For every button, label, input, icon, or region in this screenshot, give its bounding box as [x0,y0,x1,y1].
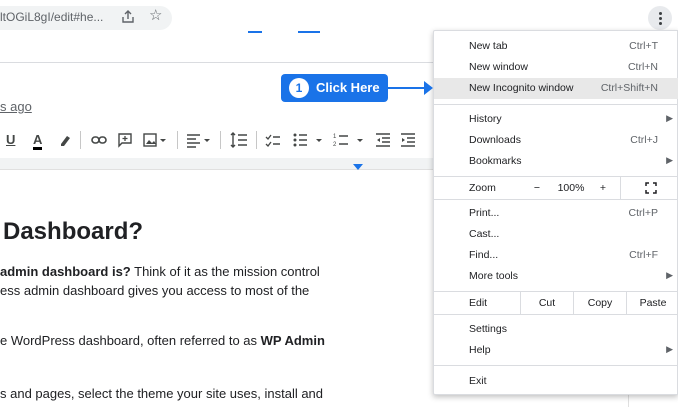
svg-text:1: 1 [333,134,337,140]
menu-item-settings[interactable]: Settings [434,319,678,340]
align-icon[interactable] [186,131,212,149]
menu-item-new-tab[interactable]: New tab Ctrl+T [434,36,678,57]
share-icon[interactable] [121,10,135,24]
highlight-icon[interactable] [58,131,72,149]
menu-item-more-tools[interactable]: More tools ▶ [434,266,678,287]
chevron-right-icon: ▶ [666,270,673,280]
menu-edit-row: Edit Cut Copy Paste [434,292,678,314]
arrow-right-icon [388,87,426,89]
toolbar-separator [256,131,257,149]
zoom-label: Zoom [469,182,496,194]
fullscreen-button[interactable] [620,177,678,199]
last-edit-link[interactable]: s ago [0,99,32,114]
menu-separator [434,199,678,200]
menu-item-exit[interactable]: Exit [434,371,678,392]
doc-paragraph-line: s and pages, select the theme your site … [0,386,324,401]
indent-marker[interactable] [353,164,363,170]
doc-paragraph-line: admin dashboard is? Think of it as the m… [0,264,320,279]
menu-zoom-row: Zoom − 100% + [434,177,678,199]
menu-item-bookmarks[interactable]: Bookmarks ▶ [434,151,678,172]
menu-item-help[interactable]: Help ▶ [434,340,678,361]
star-icon[interactable]: ☆ [149,8,162,24]
fullscreen-icon [645,182,657,194]
toolbar-separator [177,131,178,149]
line-spacing-icon[interactable] [230,131,248,149]
increase-indent-icon[interactable] [400,131,416,149]
copy-button[interactable]: Copy [573,292,626,314]
zoom-out-button[interactable]: − [530,177,544,199]
svg-text:2: 2 [333,142,337,148]
comment-icon[interactable] [118,131,132,149]
image-icon[interactable] [143,131,167,149]
cut-button[interactable]: Cut [520,292,573,314]
menu-item-history[interactable]: History ▶ [434,109,678,130]
chevron-right-icon: ▶ [666,155,673,165]
chevron-right-icon: ▶ [666,344,673,354]
doc-paragraph-line: e WordPress dashboard, often referred to… [0,333,325,348]
click-here-callout: 1 Click Here [281,74,388,102]
menu-item-print[interactable]: Print... Ctrl+P [434,203,678,224]
menu-item-new-window[interactable]: New window Ctrl+N [434,57,678,78]
chevron-right-icon: ▶ [666,113,673,123]
menu-item-find[interactable]: Find... Ctrl+F [434,245,678,266]
doc-heading: Dashboard? [3,218,144,245]
arrow-head-icon [424,81,433,95]
decrease-indent-icon[interactable] [375,131,391,149]
tab-indicator [248,31,262,33]
text-color-icon[interactable]: A [33,131,43,150]
menu-separator [434,365,678,366]
numbered-list-icon[interactable]: 12 [333,131,365,149]
paste-button[interactable]: Paste [626,292,678,314]
chrome-menu: New tab Ctrl+T New window Ctrl+N New Incog… [433,30,678,395]
tab-indicator [298,31,320,33]
doc-paragraph-line: ess admin dashboard gives you access to … [0,283,310,298]
underline-icon[interactable]: U [6,131,15,149]
step-number-badge: 1 [289,78,309,98]
edit-label: Edit [469,297,488,309]
toolbar-separator [80,131,81,149]
callout-text: Click Here [316,80,380,95]
link-icon[interactable] [91,131,107,149]
zoom-value: 100% [557,182,585,194]
menu-item-cast[interactable]: Cast... [434,224,678,245]
bullet-list-icon[interactable] [292,131,324,149]
zoom-in-button[interactable]: + [596,177,610,199]
menu-item-downloads[interactable]: Downloads Ctrl+J [434,130,678,151]
menu-separator [434,314,678,315]
checklist-icon[interactable] [265,131,281,149]
menu-item-new-incognito-window[interactable]: New Incognito window Ctrl+Shift+N [434,78,678,99]
toolbar-separator [220,131,221,149]
menu-separator [434,104,678,105]
more-vert-icon[interactable] [648,6,672,30]
url-text[interactable]: ltOGiL8gI/edit#he... [0,10,103,24]
